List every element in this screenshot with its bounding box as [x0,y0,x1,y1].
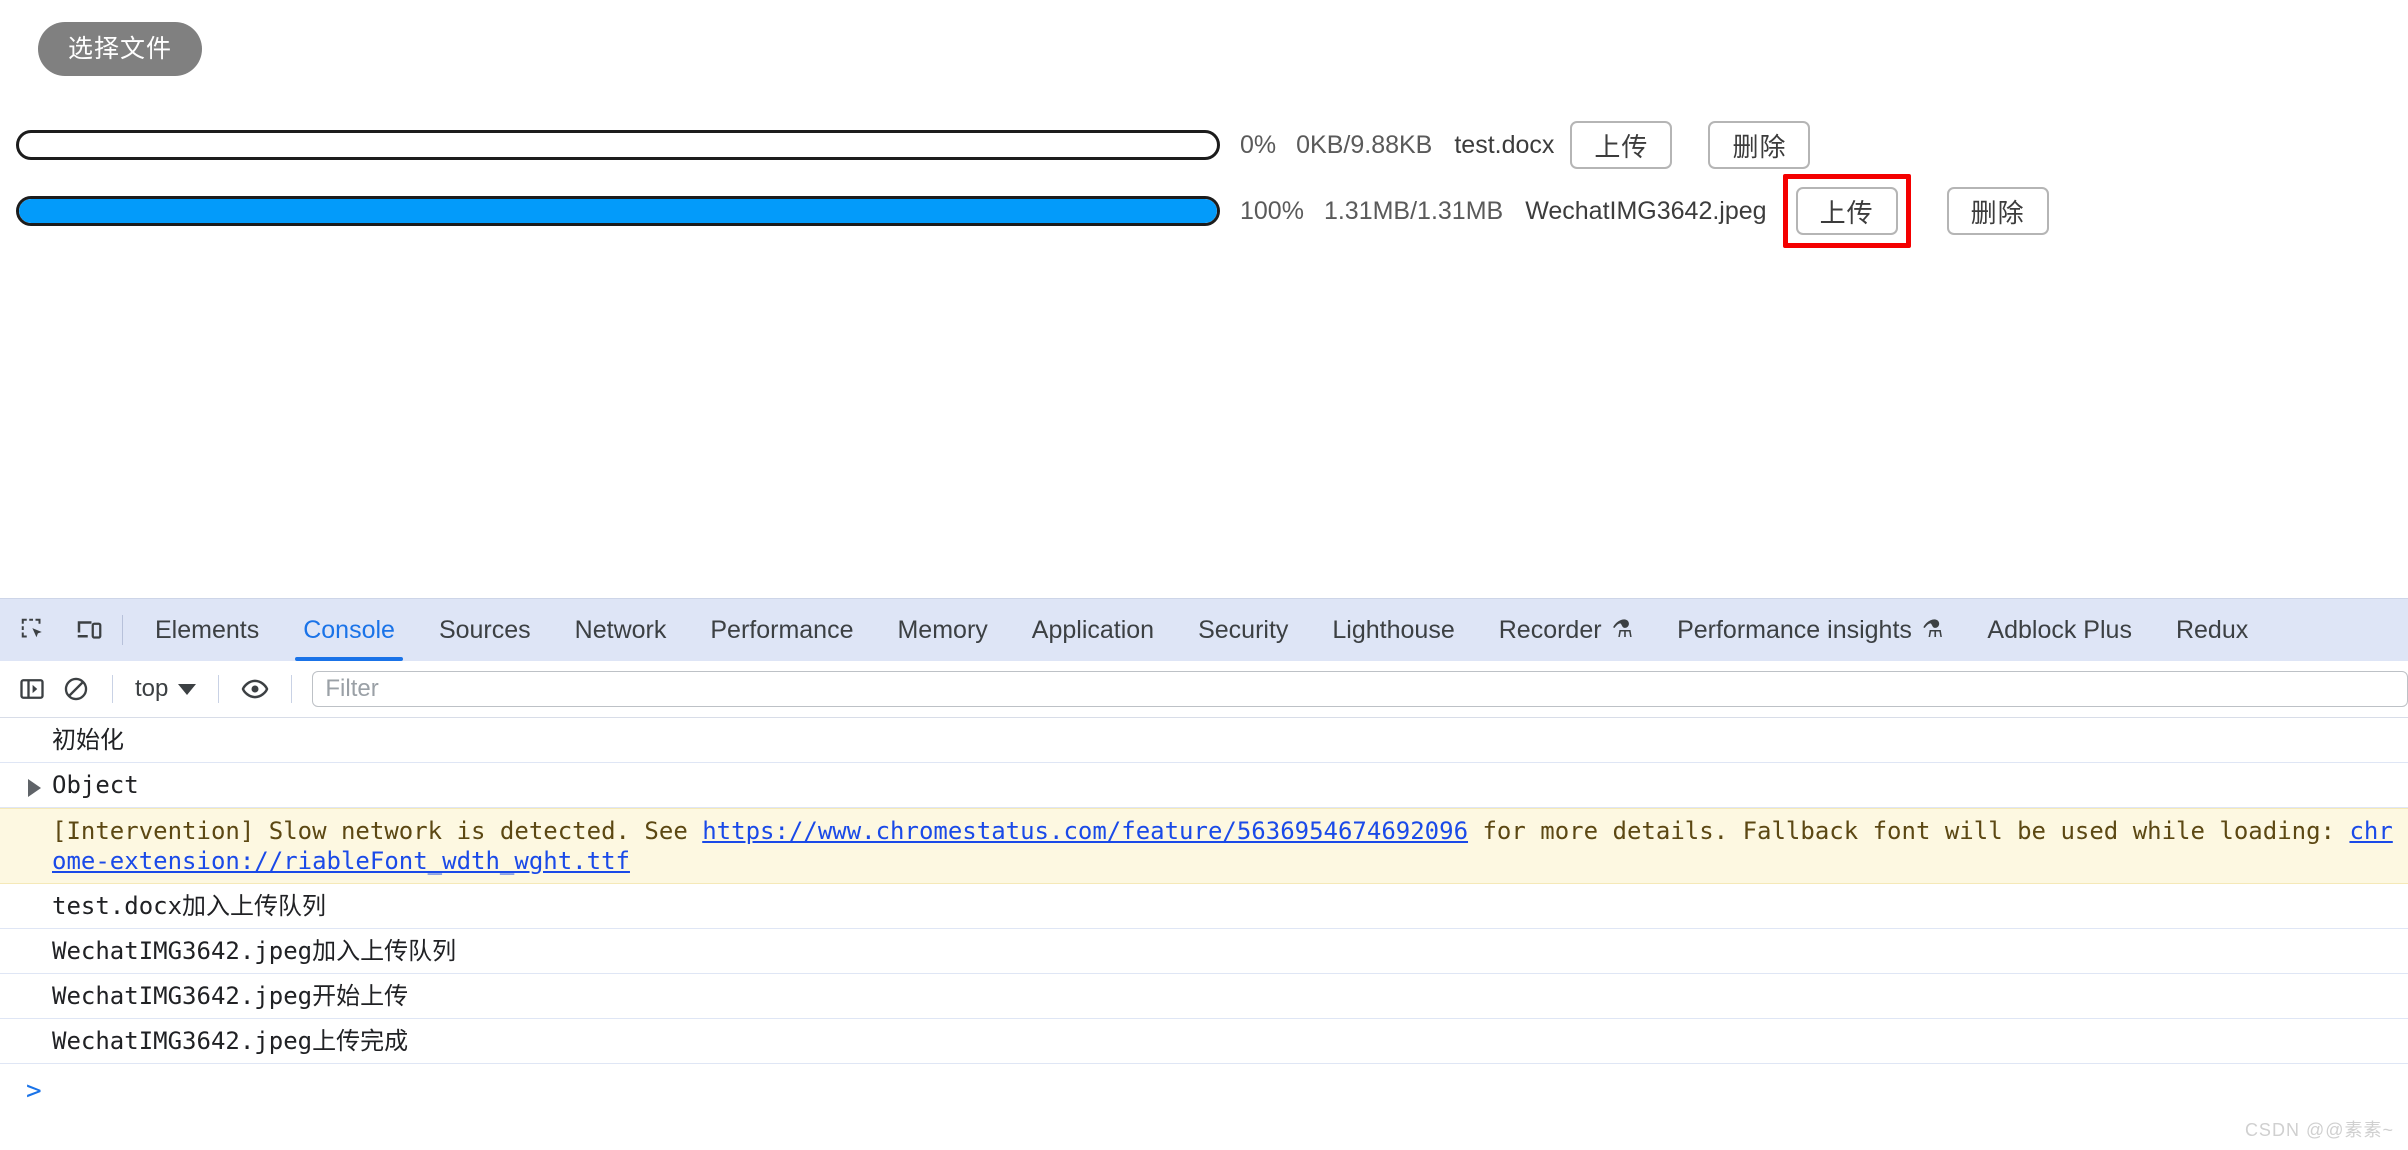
console-toolbar: top [0,661,2408,718]
screenshot-root: 选择文件 0% 0KB/9.88KB test.docx 上传 删除 100% … [0,0,2408,1150]
upload-button[interactable]: 上传 [1570,121,1673,169]
tab-label: Redux [2175,616,2249,644]
experiment-flask-icon: ⚗ [1611,616,1634,643]
upload-row: 0% 0KB/9.88KB test.docx 上传 删除 [0,121,2408,169]
web-page-area: 选择文件 0% 0KB/9.88KB test.docx 上传 删除 100% … [0,0,2408,598]
tab-performance[interactable]: Performance [688,599,875,661]
tab-label: Network [574,616,667,644]
tab-lighthouse[interactable]: Lighthouse [1310,599,1476,661]
tab-label: Security [1198,616,1289,644]
tab-label: Performance insights [1677,616,1912,644]
console-warning-message: [Intervention] Slow network is detected.… [0,808,2408,884]
upload-size-label: 0KB/9.88KB [1296,130,1433,159]
upload-progress-bar [16,196,1220,226]
tab-label: Recorder [1498,616,1602,644]
warning-prefix: [Intervention] Slow network is detected.… [52,817,703,845]
console-message: WechatIMG3642.jpeg开始上传 [0,974,2408,1019]
tab-console[interactable]: Console [281,599,417,661]
tab-label: Application [1031,616,1155,644]
warning-middle: for more details. Fallback font will be … [1468,817,2350,845]
clear-console-icon[interactable] [54,667,98,711]
console-message: WechatIMG3642.jpeg上传完成 [0,1019,2408,1064]
tab-memory[interactable]: Memory [875,599,1009,661]
experiment-flask-icon: ⚗ [1921,616,1944,643]
tab-label: Elements [155,616,260,644]
device-toolbar-icon[interactable] [66,607,112,653]
choose-file-button[interactable]: 选择文件 [38,22,203,76]
upload-button[interactable]: 上传 [1795,187,1898,235]
upload-file-name: WechatIMG3642.jpeg [1525,196,1767,225]
console-message: test.docx加入上传队列 [0,884,2408,929]
tab-recorder[interactable]: Recorder ⚗ [1477,599,1655,661]
console-filter-input[interactable] [312,671,2408,707]
tab-security[interactable]: Security [1176,599,1310,661]
toolbar-divider [112,675,113,703]
tab-label: Console [303,616,395,644]
tab-label: Sources [438,616,531,644]
tab-network[interactable]: Network [553,599,689,661]
tab-label: Memory [897,616,988,644]
delete-button[interactable]: 删除 [1946,187,2049,235]
tab-label: Adblock Plus [1987,616,2132,644]
toolbar-divider [218,675,220,703]
upload-progress-bar [16,130,1220,160]
console-message-object[interactable]: Object [0,763,2408,808]
execution-context-select[interactable]: top [127,675,204,703]
inspect-element-icon[interactable] [10,607,56,653]
toolbar-divider [122,615,123,645]
watermark: CSDN @@素素~ [2244,1120,2394,1140]
console-sidebar-icon[interactable] [10,667,54,711]
live-expression-eye-icon[interactable] [233,667,277,711]
upload-row-actions: 上传 删除 [1782,174,2049,248]
tab-label: Lighthouse [1332,616,1455,644]
console-message: WechatIMG3642.jpeg加入上传队列 [0,929,2408,974]
toolbar-divider [291,675,293,703]
upload-size-label: 1.31MB/1.31MB [1323,196,1504,225]
red-highlight-box: 上传 [1782,174,1911,248]
warning-link-chromestatus[interactable]: https://www.chromestatus.com/feature/563… [702,817,1468,845]
tab-elements[interactable]: Elements [133,599,281,661]
delete-button[interactable]: 删除 [1708,121,1811,169]
devtools-panel: Elements Console Sources Network Perform… [0,598,2408,1150]
upload-row-actions: 上传 删除 [1570,121,1811,169]
console-message-list: 初始化 Object [Intervention] Slow network i… [0,718,2408,1150]
tab-adblock-plus[interactable]: Adblock Plus [1965,599,2154,661]
upload-progress-fill [19,199,1217,223]
console-prompt[interactable]: > [0,1064,2408,1118]
console-message: 初始化 [0,718,2408,763]
chevron-down-icon [178,683,197,695]
upload-file-name: test.docx [1454,130,1555,159]
tab-redux[interactable]: Redux [2154,599,2270,661]
tab-performance-insights[interactable]: Performance insights ⚗ [1655,599,1965,661]
upload-percent-label: 100% [1240,196,1304,225]
tab-sources[interactable]: Sources [417,599,553,661]
devtools-tabbar: Elements Console Sources Network Perform… [0,599,2408,661]
execution-context-label: top [135,675,169,702]
upload-percent-label: 0% [1240,130,1277,159]
upload-row: 100% 1.31MB/1.31MB WechatIMG3642.jpeg 上传… [0,174,2408,248]
tab-label: Performance [710,616,854,644]
tab-application[interactable]: Application [1010,599,1176,661]
